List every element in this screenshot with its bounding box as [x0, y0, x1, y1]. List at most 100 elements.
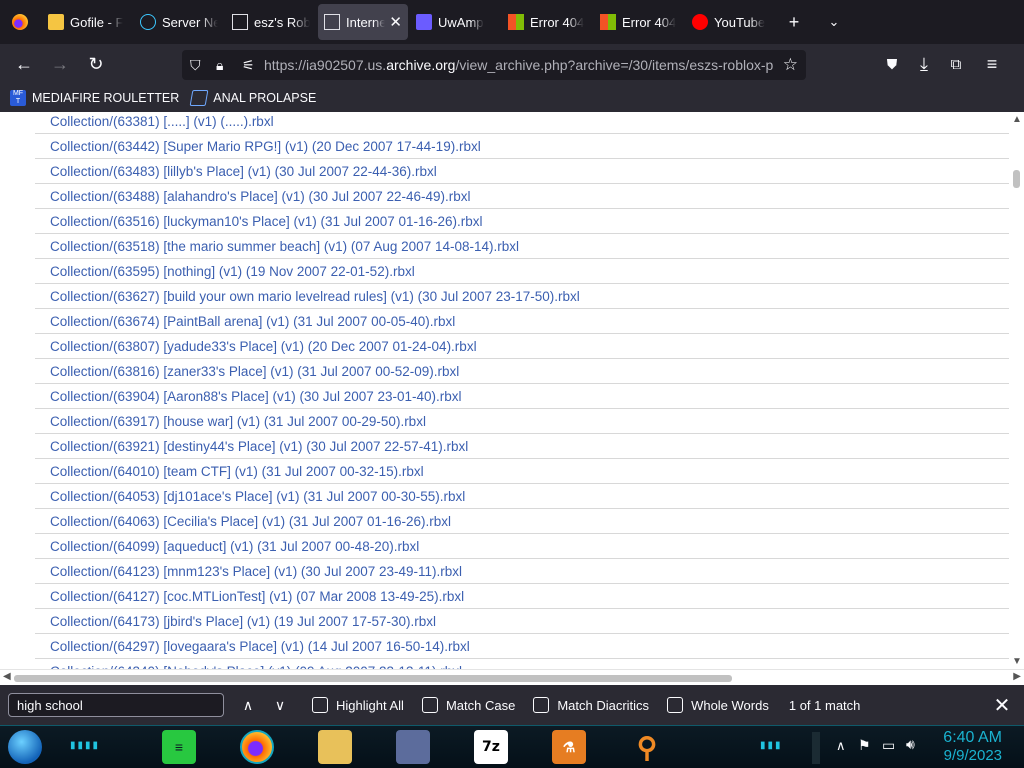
tracking-protection-icon[interactable]: ⛉	[190, 57, 206, 74]
7zip-app-icon[interactable]: 7z	[474, 730, 508, 764]
tab-label: esz's Rob	[254, 14, 310, 30]
find-options: Highlight All Match Case Match Diacritic…	[312, 697, 787, 713]
scroll-left-icon[interactable]: ◀	[3, 671, 11, 682]
horizontal-scrollbar[interactable]: ◀ ▶	[0, 669, 1024, 685]
file-link[interactable]: Collection/(64053) [dj101ace's Place] (v…	[35, 484, 1009, 509]
checkbox-label: Match Case	[445, 697, 516, 713]
file-link[interactable]: Collection/(64127) [coc.MTLionTest] (v1)…	[35, 584, 1009, 609]
find-input[interactable]: high school	[8, 693, 224, 717]
file-link[interactable]: Collection/(63674) [PaintBall arena] (v1…	[35, 309, 1009, 334]
tab-label: Server Ne	[162, 14, 218, 30]
network-icon[interactable]: ▭	[882, 737, 895, 754]
checkbox-label: Highlight All	[336, 697, 404, 713]
find-result-count: 1 of 1 match	[788, 697, 861, 713]
taskbar: ▮▮▮▮ ≡ 7z ⚗ ⚲ ▮▮▮ ∧ ⚑ ▭ 🔊︎ 6:40 AM 9/9/2…	[0, 725, 1024, 768]
url-path: /view_archive.php?archive=/30/items/eszs…	[455, 57, 774, 73]
flag-icon[interactable]: ⚑	[858, 737, 871, 754]
lab-app-icon[interactable]: ⚗	[552, 730, 586, 764]
checkbox-box	[667, 697, 684, 713]
scroll-right-icon[interactable]: ▶	[1013, 671, 1021, 682]
volume-icon[interactable]: 🔊︎	[906, 736, 915, 753]
bookmark-star-icon[interactable]: ☆	[783, 55, 798, 75]
spotify-app-icon[interactable]: ≡	[162, 730, 196, 764]
bookmark-folder[interactable]: ANAL PROLAPSE	[189, 90, 317, 106]
tab[interactable]: YouTube	[686, 4, 776, 40]
find-next-button[interactable]: ∨	[264, 689, 296, 721]
close-tab-icon[interactable]: ✕	[385, 13, 402, 31]
bookmark-label: ANAL PROLAPSE	[213, 91, 317, 105]
file-link[interactable]: Collection/(63442) [Super Mario RPG!] (v…	[35, 134, 1009, 159]
file-link[interactable]: Collection/(64340) [Nobody's Place] (v1)…	[35, 659, 1009, 670]
file-explorer-app-icon[interactable]	[318, 730, 352, 764]
file-link[interactable]: Collection/(63595) [nothing] (v1) (19 No…	[35, 259, 1009, 284]
gofile-icon	[48, 14, 64, 30]
file-link[interactable]: Collection/(63807) [yadude33's Place] (v…	[35, 334, 1009, 359]
whole-words-checkbox[interactable]: Whole Words	[667, 697, 769, 713]
file-link[interactable]: Collection/(64173) [jbird's Place] (v1) …	[35, 609, 1009, 634]
tab-label: UwAmp	[438, 14, 484, 30]
forward-button[interactable]: →	[44, 48, 76, 80]
file-link[interactable]: Collection/(63488) [alahandro's Place] (…	[35, 184, 1009, 209]
tab-label: Error 404	[622, 14, 677, 30]
scroll-down-icon[interactable]: ▼	[1012, 656, 1022, 667]
pocket-icon[interactable]: ⛊	[876, 48, 908, 80]
tab[interactable]: esz's Rob	[226, 4, 316, 40]
tab[interactable]: Server Ne	[134, 4, 224, 40]
checkbox-box	[312, 697, 328, 713]
find-previous-button[interactable]: ∧	[232, 689, 264, 721]
tab[interactable]: Error 404	[502, 4, 592, 40]
search-app-icon[interactable]: ⚲	[630, 730, 664, 764]
file-link[interactable]: Collection/(64297) [lovegaara's Place] (…	[35, 634, 1009, 659]
url-bar[interactable]: ⛉ 🔒︎ ⚟ https://ia902507.us. archive.org/v…	[182, 50, 806, 80]
menu-icon[interactable]: ≡	[976, 48, 1008, 80]
vertical-scrollbar[interactable]: ▲ ▼	[1009, 112, 1024, 669]
file-link[interactable]: Collection/(64123) [mnm123's Place] (v1)…	[35, 559, 1009, 584]
close-find-bar-button[interactable]: ✕	[986, 689, 1018, 721]
tab-label: Error 404	[530, 14, 585, 30]
tab[interactable]: Interne ✕	[318, 4, 408, 40]
taskbar-clock[interactable]: 6:40 AM 9/9/2023	[943, 729, 1002, 765]
info-icon	[140, 14, 156, 30]
downloads-icon[interactable]: ⤓	[908, 48, 940, 80]
bookmark-mediafire[interactable]: MF T MEDIAFIRE ROULETTER	[10, 90, 179, 106]
youtube-icon	[692, 14, 708, 30]
lock-icon[interactable]: 🔒︎	[216, 57, 232, 74]
windows-icon	[508, 14, 524, 30]
match-diacritics-checkbox[interactable]: Match Diacritics	[533, 697, 649, 713]
back-button[interactable]: ←	[8, 48, 40, 80]
scroll-thumb[interactable]	[1013, 170, 1020, 188]
file-link[interactable]: Collection/(63483) [lillyb's Place] (v1)…	[35, 159, 1009, 184]
file-link[interactable]: Collection/(63904) [Aaron88's Place] (v1…	[35, 384, 1009, 409]
file-link[interactable]: Collection/(63516) [luckyman10's Place] …	[35, 209, 1009, 234]
file-link[interactable]: Collection/(64099) [aqueduct] (v1) (31 J…	[35, 534, 1009, 559]
match-case-checkbox[interactable]: Match Case	[421, 697, 516, 713]
scroll-thumb[interactable]	[14, 675, 732, 682]
reload-button[interactable]: ↻	[80, 48, 112, 80]
highlight-all-checkbox[interactable]: Highlight All	[312, 697, 404, 713]
checkbox-label: Whole Words	[691, 697, 769, 713]
file-link[interactable]: Collection/(64010) [team CTF] (v1) (31 J…	[35, 459, 1009, 484]
extensions-icon[interactable]: ⧉	[940, 48, 972, 80]
bookmarks-toolbar: MF T MEDIAFIRE ROULETTER ANAL PROLAPSE	[0, 84, 1024, 112]
firefox-view-icon[interactable]	[12, 14, 28, 30]
file-link[interactable]: Collection/(63518) [the mario summer bea…	[35, 234, 1009, 259]
file-link[interactable]: Collection/(63816) [zaner33's Place] (v1…	[35, 359, 1009, 384]
file-link[interactable]: Collection/(63917) [house war] (v1) (31 …	[35, 409, 1009, 434]
file-link[interactable]: Collection/(63627) [build your own mario…	[35, 284, 1009, 309]
permissions-icon[interactable]: ⚟	[242, 57, 258, 74]
new-tab-button[interactable]: +	[778, 6, 810, 38]
control-panel-app-icon[interactable]	[396, 730, 430, 764]
start-button[interactable]	[8, 730, 42, 764]
file-link[interactable]: Collection/(64063) [Cecilia's Place] (v1…	[35, 509, 1009, 534]
hidden-icons-chevron-icon[interactable]: ∧	[836, 738, 846, 754]
checkbox-box	[421, 697, 438, 713]
tab[interactable]: UwAmp	[410, 4, 500, 40]
file-link[interactable]: Collection/(63381) [.....] (v1) (.....).…	[35, 112, 1009, 134]
tab[interactable]: Gofile - F	[42, 4, 132, 40]
file-link[interactable]: Collection/(63921) [destiny44's Place] (…	[35, 434, 1009, 459]
show-desktop-strip[interactable]	[812, 732, 820, 764]
scroll-up-icon[interactable]: ▲	[1012, 114, 1022, 125]
list-all-tabs-button[interactable]: ⌄	[818, 6, 850, 38]
firefox-app-icon[interactable]	[240, 730, 274, 764]
tab[interactable]: Error 404	[594, 4, 684, 40]
